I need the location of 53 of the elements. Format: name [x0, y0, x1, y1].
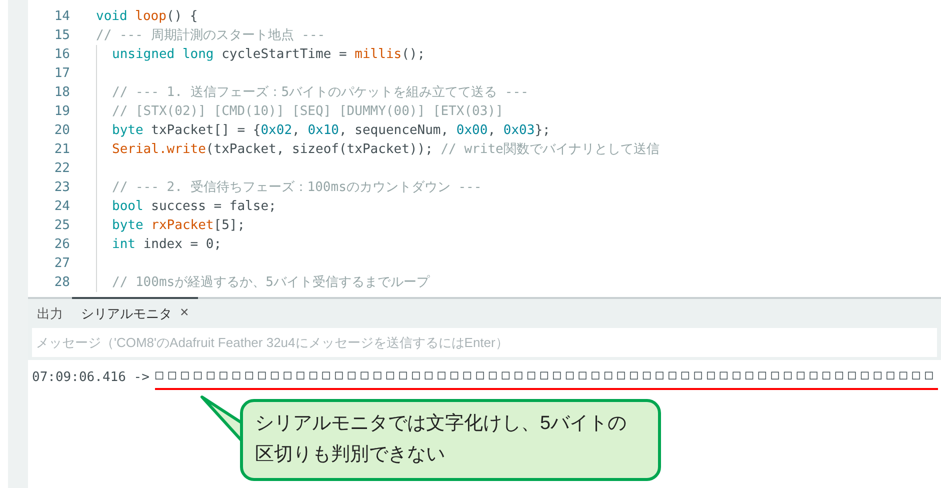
- code-token: (txPacket, sizeof(txPacket));: [206, 141, 434, 159]
- code-token: ,: [488, 122, 497, 140]
- code-token: 0x03: [503, 122, 535, 140]
- line-number: 20: [53, 122, 70, 140]
- code-token: unsigned long: [112, 46, 215, 64]
- line-number: 21: [53, 141, 70, 159]
- line-number: 24: [53, 198, 70, 216]
- line-number: 17: [53, 65, 70, 83]
- code-comment: // --- 2. 受信待ちフェーズ：100msのカウントダウン ---: [112, 179, 482, 197]
- code-token: ();: [402, 46, 426, 64]
- code-token: txPacket[] = {: [151, 122, 261, 140]
- timestamp: 07:09:06.416 ->: [32, 369, 150, 387]
- panel-tab[interactable]: 出力: [28, 297, 72, 328]
- code-token: };: [534, 122, 550, 140]
- code-token: byte: [112, 122, 144, 140]
- line-number: 18: [53, 84, 70, 102]
- code-token: index = 0;: [143, 236, 222, 254]
- message-input-field[interactable]: メッセージ（'COM8'のAdafruit Feather 32u4にメッセージを送信するにはEnter）: [32, 328, 937, 357]
- code-token: () {: [166, 8, 198, 26]
- line-number: 22: [53, 160, 70, 178]
- code-token: cycleStartTime =: [222, 46, 348, 64]
- line-number: 28: [53, 274, 70, 292]
- code-token: loop: [135, 8, 166, 26]
- code-comment: // 100msが経過するか、5バイト受信するまでループ: [112, 274, 430, 292]
- code-comment: // --- 1. 送信フェーズ：5バイトのパケットを組み立てて送る ---: [112, 84, 528, 102]
- close-icon[interactable]: ×: [180, 302, 189, 325]
- code-token: 0x02: [260, 122, 292, 140]
- code-token: 0x10: [308, 122, 339, 140]
- code-token: ,: [292, 122, 301, 140]
- code-token: void: [96, 8, 128, 26]
- line-number: 26: [53, 236, 70, 254]
- code-token: bool: [112, 198, 144, 216]
- code-comment: // write関数でバイナリとして送信: [440, 141, 660, 159]
- code-token: byte: [112, 217, 144, 235]
- code-token: rxPacket: [151, 217, 214, 235]
- line-number: 16: [53, 46, 70, 64]
- line-number: 14: [53, 8, 70, 26]
- code-token: millis: [354, 46, 402, 64]
- code-token: success = false;: [151, 198, 276, 216]
- line-number: 23: [53, 179, 70, 197]
- line-number: 27: [53, 255, 70, 273]
- callout-text: シリアルモニタでは文字化けし、5バイトの区切りも判別できない: [255, 412, 628, 467]
- code-token: [5];: [214, 217, 246, 235]
- line-number: 25: [53, 217, 70, 235]
- line-number: 15: [53, 27, 70, 45]
- code-token: , sequenceNum,: [339, 122, 450, 140]
- code-token: int: [112, 236, 136, 254]
- code-comment: // [STX(02)] [CMD(10)] [SEQ] [DUMMY(00)] [ETX(03)]: [112, 103, 504, 121]
- code-comment: // --- 周期計測のスタート地点 ---: [96, 27, 326, 45]
- garbled-output-text: □□□□□□□□□□□□□□□□□□□□□□□□□□□□□□□□□□□□□□□□□□□□□□□□□□□□□□□□□□□□□: [155, 366, 938, 390]
- code-token: Serial.write: [112, 141, 206, 159]
- code-token: 0x00: [456, 122, 488, 140]
- line-number: 19: [53, 103, 70, 121]
